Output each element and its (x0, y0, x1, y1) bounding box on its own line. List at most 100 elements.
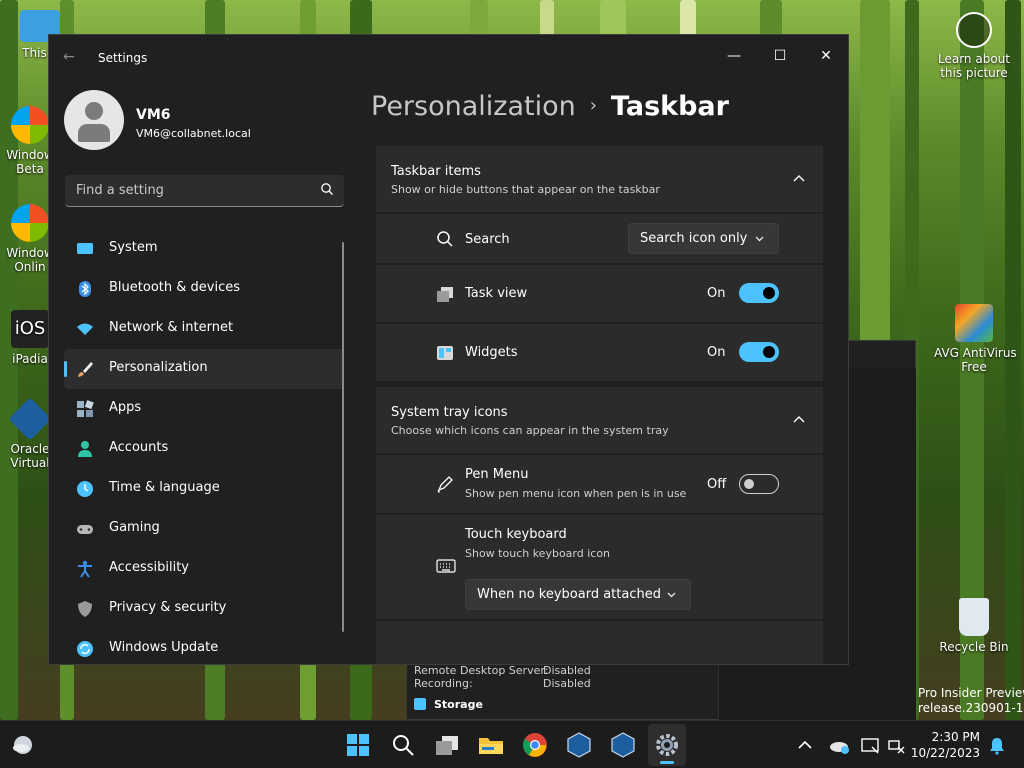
sidebar-item-network[interactable]: Network & internet (64, 309, 344, 349)
watermark-line2: release.230901-1416 (918, 701, 1024, 715)
bg-row-label: Recording: (414, 677, 473, 690)
taskbar-items-header[interactable]: Taskbar items Show or hide buttons that … (376, 146, 823, 212)
chevron-up-icon[interactable] (793, 173, 805, 185)
network-icon[interactable] (886, 732, 906, 758)
watermark-line1: Pro Insider Preview (918, 686, 1024, 700)
section-subtitle: Show or hide buttons that appear on the … (391, 183, 660, 196)
toggle-state-label: On (707, 286, 726, 301)
task-view-row: Task view On (376, 265, 823, 322)
widgets-icon (437, 346, 453, 360)
learn-about-picture[interactable]: Learn about this picture (934, 12, 1014, 80)
desktop-icon-label: AVG AntiVirus Free (934, 346, 1017, 374)
bg-row-label: Remote Desktop Server: (414, 664, 549, 677)
breadcrumb-parent[interactable]: Personalization (371, 91, 576, 122)
widgets-row: Widgets On (376, 324, 823, 381)
touch-keyboard-dropdown[interactable]: When no keyboard attached (465, 579, 691, 610)
sidebar-item-label: System (109, 240, 158, 255)
weather-icon[interactable] (10, 732, 36, 758)
desktop-icon-label: Recycle Bin (939, 640, 1009, 654)
person-icon (78, 441, 92, 457)
dropdown-value: When no keyboard attached (477, 587, 661, 602)
display-icon[interactable] (860, 732, 880, 758)
sidebar-item-privacy[interactable]: Privacy & security (64, 589, 344, 629)
windows-logo-icon (11, 106, 49, 144)
ios-icon: iOS (11, 310, 49, 348)
row-label: Search (465, 232, 510, 247)
maximize-button[interactable]: ☐ (757, 41, 803, 71)
row-description: Show touch keyboard icon (465, 547, 611, 560)
sidebar-item-accounts[interactable]: Accounts (64, 429, 344, 469)
learn-about-label: Learn about this picture (938, 52, 1010, 80)
search-icon[interactable] (390, 732, 416, 758)
row-label: Pen Menu (465, 467, 529, 482)
sidebar-scrollbar[interactable] (342, 242, 344, 632)
keyboard-icon (436, 559, 456, 573)
section-title: System tray icons (391, 405, 508, 420)
sidebar-item-gaming[interactable]: Gaming (64, 509, 344, 549)
sidebar-item-label: Time & language (109, 480, 220, 495)
row-description: Show pen menu icon when pen is in use (465, 487, 687, 500)
sidebar-item-label: Gaming (109, 520, 160, 535)
sidebar-item-apps[interactable]: Apps (64, 389, 344, 429)
minimize-button[interactable]: — (711, 41, 757, 71)
system-tray-section: System tray icons Choose which icons can… (376, 387, 823, 664)
search-icon (321, 183, 333, 195)
widgets-toggle[interactable] (739, 342, 779, 362)
clock[interactable]: 2:30 PM 10/22/2023 (911, 729, 980, 761)
chevron-down-icon (755, 236, 764, 242)
bg-section-storage[interactable]: Storage (414, 698, 483, 711)
close-button[interactable]: ✕ (803, 41, 848, 71)
sidebar-item-label: Accessibility (109, 560, 189, 575)
desktop-icon-recycle-bin[interactable]: Recycle Bin (934, 598, 1014, 654)
task-view-toggle[interactable] (739, 283, 779, 303)
accessibility-icon (78, 560, 92, 578)
system-tray-header[interactable]: System tray icons Choose which icons can… (376, 387, 823, 453)
virtualbox-icon[interactable] (610, 732, 636, 758)
sidebar-item-accessibility[interactable]: Accessibility (64, 549, 344, 589)
sidebar-item-label: Privacy & security (109, 600, 227, 615)
settings-window: ← Settings — ☐ ✕ VM6 VM6@collabnet.local… (48, 34, 849, 665)
page-title: Taskbar (610, 91, 729, 122)
row-label: Widgets (465, 345, 518, 360)
onedrive-icon[interactable] (828, 732, 850, 758)
chevron-up-icon[interactable] (796, 732, 814, 758)
notification-bell-icon[interactable] (988, 732, 1006, 758)
update-icon (77, 641, 93, 657)
chrome-icon[interactable] (522, 732, 548, 758)
title-bar[interactable]: ← Settings — ☐ ✕ (49, 35, 848, 81)
sidebar-item-windows-update[interactable]: Windows Update (64, 629, 344, 664)
row-label: Touch keyboard (465, 527, 567, 542)
camera-icon (956, 12, 992, 48)
recycle-bin-icon (959, 598, 989, 636)
section-subtitle: Choose which icons can appear in the sys… (391, 424, 669, 437)
touch-keyboard-row: Touch keyboard Show touch keyboard icon … (376, 515, 823, 619)
settings-taskbar-button[interactable] (648, 724, 686, 766)
search-row: Search Search icon only (376, 214, 823, 263)
taskbar-items-section: Taskbar items Show or hide buttons that … (376, 146, 823, 381)
start-icon[interactable] (345, 732, 371, 758)
system-icon (77, 243, 93, 254)
toggle-state-label: On (707, 345, 726, 360)
chevron-up-icon[interactable] (793, 414, 805, 426)
sidebar-item-system[interactable]: System (64, 229, 344, 269)
task-view-icon[interactable] (434, 732, 460, 758)
sidebar-item-label: Apps (109, 400, 142, 415)
desktop-icon-avg[interactable]: AVG AntiVirus Free (934, 304, 1017, 374)
back-arrow-icon[interactable]: ← (63, 49, 75, 65)
search-mode-dropdown[interactable]: Search icon only (628, 223, 779, 254)
sidebar-item-time-language[interactable]: Time & language (64, 469, 344, 509)
user-name: VM6 (136, 107, 171, 123)
sidebar-item-personalization[interactable]: Personalization (64, 349, 344, 389)
user-email: VM6@collabnet.local (136, 127, 251, 140)
sidebar-item-bluetooth[interactable]: Bluetooth & devices (64, 269, 344, 309)
controller-icon (77, 525, 93, 534)
globe-clock-icon (77, 481, 93, 497)
virtualbox-icon (8, 397, 52, 441)
file-explorer-icon[interactable] (478, 732, 504, 758)
chevron-down-icon (667, 592, 676, 598)
bg-row-value: Disabled (543, 677, 591, 690)
pen-menu-toggle[interactable] (739, 474, 779, 494)
avatar (64, 90, 124, 150)
virtualbox-icon[interactable] (566, 732, 592, 758)
search-input[interactable]: Find a setting (65, 175, 344, 207)
